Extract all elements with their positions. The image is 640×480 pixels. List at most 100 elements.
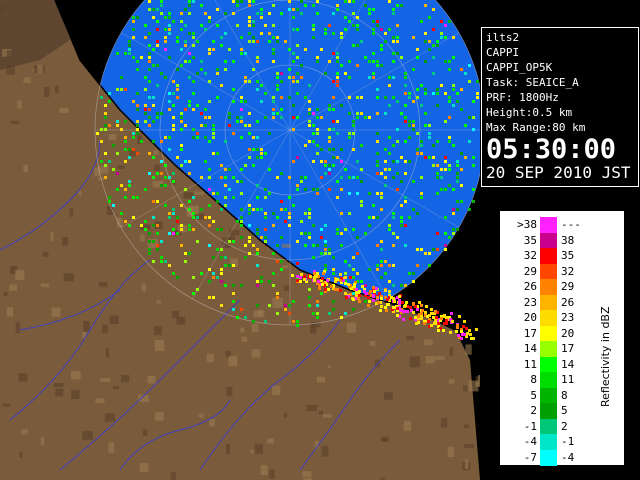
echo-pixel: [164, 16, 167, 19]
echo-pixel: [276, 36, 279, 39]
echo-pixel: [328, 128, 331, 131]
legend-high-value: 5: [561, 404, 568, 417]
echo-pixel: [208, 296, 211, 299]
echo-pixel: [376, 268, 379, 271]
echo-pixel: [144, 220, 147, 223]
echo-pixel: [364, 4, 367, 7]
echo-pixel: [260, 84, 263, 87]
echo-pixel: [272, 252, 275, 255]
terrain-shade: [154, 164, 160, 171]
terrain-shade: [156, 300, 161, 304]
echo-pixel: [312, 132, 315, 135]
echo-pixel: [380, 264, 383, 267]
echo-pixel: [392, 60, 395, 63]
echo-pixel: [108, 160, 111, 163]
echo-pixel: [196, 136, 199, 139]
echo-pixel: [152, 16, 155, 19]
echo-pixel: [352, 44, 355, 47]
echo-pixel-strong: [420, 304, 423, 307]
echo-pixel: [148, 172, 151, 175]
echo-pixel: [428, 132, 431, 135]
legend-title: Reflectivity in dBZ: [599, 306, 612, 407]
echo-pixel: [216, 228, 219, 231]
echo-pixel: [452, 188, 455, 191]
echo-pixel: [332, 256, 335, 259]
echo-pixel: [376, 112, 379, 115]
echo-pixel: [160, 184, 163, 187]
echo-pixel: [332, 80, 335, 83]
echo-pixel: [168, 232, 171, 235]
echo-pixel-strong: [296, 279, 299, 282]
echo-pixel: [272, 108, 275, 111]
echo-pixel: [256, 148, 259, 151]
terrain-shade: [464, 424, 469, 429]
echo-pixel: [288, 176, 291, 179]
echo-pixel: [188, 76, 191, 79]
echo-pixel: [256, 284, 259, 287]
echo-pixel: [356, 116, 359, 119]
echo-pixel: [220, 84, 223, 87]
echo-pixel: [252, 208, 255, 211]
echo-pixel: [336, 72, 339, 75]
station-name: ilts2: [486, 31, 520, 44]
echo-pixel: [208, 48, 211, 51]
echo-pixel: [124, 136, 127, 139]
echo-pixel: [436, 172, 439, 175]
terrain-shade: [423, 339, 433, 346]
echo-pixel: [216, 152, 219, 155]
echo-pixel: [116, 172, 119, 175]
echo-pixel-strong: [355, 294, 358, 297]
echo-pixel: [192, 136, 195, 139]
echo-pixel: [432, 72, 435, 75]
echo-pixel: [184, 24, 187, 27]
echo-pixel: [356, 44, 359, 47]
echo-pixel: [332, 12, 335, 15]
echo-pixel: [252, 136, 255, 139]
terrain-shade: [283, 412, 287, 418]
terrain-shade: [250, 449, 255, 454]
echo-pixel-strong: [339, 279, 342, 282]
echo-pixel: [340, 36, 343, 39]
echo-pixel: [408, 272, 411, 275]
legend-low-value: 32: [523, 249, 537, 262]
echo-pixel: [316, 132, 319, 135]
echo-pixel: [432, 44, 435, 47]
echo-pixel: [224, 32, 227, 35]
echo-pixel: [324, 252, 327, 255]
echo-pixel: [256, 184, 259, 187]
echo-pixel: [416, 148, 419, 151]
echo-pixel: [248, 132, 251, 135]
echo-pixel: [276, 84, 279, 87]
echo-pixel: [428, 156, 431, 159]
echo-pixel: [204, 72, 207, 75]
echo-pixel-strong: [386, 298, 389, 301]
echo-pixel: [352, 176, 355, 179]
echo-pixel: [156, 44, 159, 47]
echo-pixel-strong: [458, 315, 461, 318]
echo-pixel: [296, 92, 299, 95]
echo-pixel: [172, 172, 175, 175]
echo-pixel-strong: [449, 331, 452, 334]
terrain-shade: [17, 100, 22, 109]
echo-pixel: [376, 172, 379, 175]
echo-pixel: [276, 176, 279, 179]
echo-pixel: [372, 76, 375, 79]
echo-pixel: [360, 204, 363, 207]
echo-pixel: [192, 92, 195, 95]
echo-pixel: [188, 60, 191, 63]
terrain-shade: [104, 413, 115, 422]
echo-pixel: [372, 60, 375, 63]
echo-pixel: [176, 68, 179, 71]
echo-pixel: [132, 16, 135, 19]
echo-pixel-strong: [460, 330, 463, 333]
echo-pixel: [252, 20, 255, 23]
echo-pixel: [420, 140, 423, 143]
legend-high-value: 2: [561, 419, 568, 433]
echo-pixel: [308, 112, 311, 115]
echo-pixel: [248, 252, 251, 255]
echo-pixel: [272, 36, 275, 39]
echo-pixel: [352, 12, 355, 15]
echo-pixel: [320, 252, 323, 255]
echo-pixel: [460, 152, 463, 155]
echo-pixel: [212, 152, 215, 155]
